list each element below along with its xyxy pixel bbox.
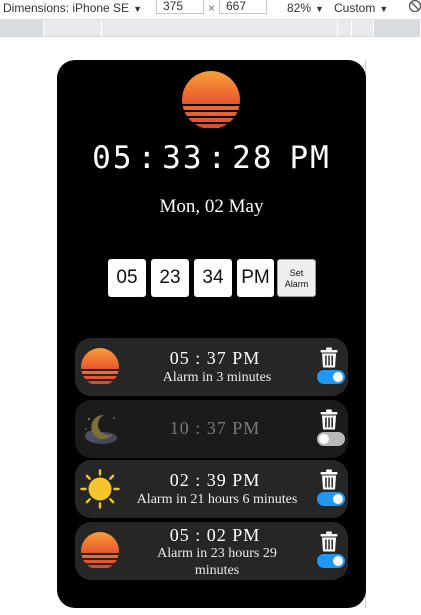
clock-separator: :	[137, 140, 159, 176]
sunset-icon	[81, 532, 119, 568]
moon-icon	[85, 414, 117, 444]
current-date: Mon, 02 May	[159, 196, 264, 217]
trash-icon[interactable]	[320, 531, 338, 552]
alarm-time: 02 : 39 PM	[169, 470, 261, 490]
toggle-knob	[319, 434, 329, 444]
minutes-input[interactable]: 23	[151, 259, 189, 297]
alarm-status: Alarm in 21 hours 6 minutes	[136, 492, 298, 507]
viewport-width-input[interactable]: 375	[156, 0, 204, 14]
sunset-icon	[81, 348, 119, 384]
throttle-label: Custom	[334, 1, 376, 15]
clock-hours: 05	[92, 140, 134, 176]
ruler-segment[interactable]	[374, 20, 421, 37]
alarm-time: 05 : 37 PM	[169, 348, 261, 368]
ruler-segment[interactable]	[352, 20, 374, 37]
alarm-app: 05:33:28 PM Mon, 02 May 05 23 34 PM Set A…	[57, 60, 366, 608]
trash-icon[interactable]	[320, 409, 338, 430]
throttle-dropdown[interactable]: Custom ▼	[334, 0, 388, 19]
clock-minutes: 33	[162, 140, 204, 176]
caret-down-icon: ▼	[315, 4, 324, 14]
alarm-status: Alarm in 23 hours 29 minutes	[157, 546, 277, 578]
ampm-input[interactable]: PM	[237, 259, 274, 297]
trash-icon[interactable]	[320, 469, 338, 490]
sunset-icon	[182, 71, 240, 128]
alarm-card: 10 : 37 PM	[75, 400, 348, 458]
set-alarm-button-line2: Alarm	[284, 279, 309, 289]
digital-clock: 05:33:28 PM	[57, 140, 366, 176]
caret-down-icon: ▼	[133, 4, 142, 14]
rotate-icon[interactable]	[408, 0, 421, 12]
toggle-knob	[333, 494, 343, 504]
clock-seconds: 28	[232, 140, 274, 176]
sun-icon	[80, 469, 120, 509]
seconds-input[interactable]: 34	[194, 259, 232, 297]
ruler-segment[interactable]	[44, 20, 102, 37]
alarm-card: 02 : 39 PM Alarm in 21 hours 6 minutes	[75, 460, 348, 518]
alarm-toggle[interactable]	[317, 554, 345, 568]
caret-down-icon: ▼	[379, 4, 389, 14]
device-dimensions-dropdown[interactable]: Dimensions: iPhone SE ▼	[3, 0, 142, 19]
alarm-card: 05 : 37 PM Alarm in 3 minutes	[75, 338, 348, 396]
trash-icon[interactable]	[320, 347, 338, 368]
media-query-ruler	[0, 20, 421, 37]
alarm-card: 05 : 02 PM Alarm in 23 hours 29 minutes	[75, 522, 348, 580]
alarm-toggle[interactable]	[317, 432, 345, 446]
ruler-segment[interactable]	[0, 20, 44, 37]
toggle-knob	[333, 372, 343, 382]
ruler-segment[interactable]	[102, 20, 338, 37]
devtools-toolbar: Dimensions: iPhone SE ▼ 375 × 667 82% ▼ Cu…	[0, 0, 421, 20]
alarm-time: 10 : 37 PM	[169, 418, 261, 438]
device-dimensions-label: Dimensions: iPhone SE	[3, 1, 130, 15]
set-alarm-button-line1: Set	[289, 268, 304, 278]
set-alarm-button[interactable]: Set Alarm	[277, 259, 316, 297]
hours-input[interactable]: 05	[108, 259, 146, 297]
dimension-times-symbol: ×	[208, 1, 216, 15]
toggle-knob	[333, 556, 343, 566]
clock-separator: :	[207, 140, 229, 176]
viewport-height-input[interactable]: 667	[219, 0, 267, 14]
zoom-label: 82%	[287, 1, 312, 15]
alarm-time: 05 : 02 PM	[169, 525, 261, 545]
alarm-toggle[interactable]	[317, 492, 345, 506]
alarm-status: Alarm in 3 minutes	[162, 370, 272, 385]
ruler-segment[interactable]	[338, 20, 352, 37]
alarm-toggle[interactable]	[317, 370, 345, 384]
zoom-dropdown[interactable]: 82% ▼	[287, 0, 324, 19]
clock-ampm: PM	[289, 140, 331, 176]
